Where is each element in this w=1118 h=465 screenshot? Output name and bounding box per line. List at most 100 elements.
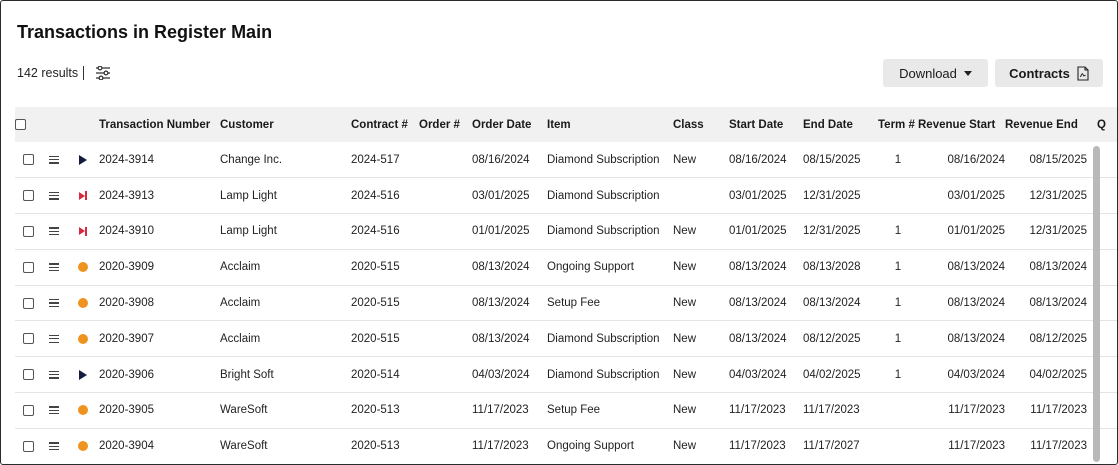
transaction-number-link[interactable]: 2020-3907 [99, 320, 220, 358]
customer-link[interactable]: Bright Soft [220, 356, 351, 394]
col-end-date[interactable]: End Date [803, 107, 878, 142]
filter-button[interactable] [93, 63, 113, 83]
item-link[interactable]: Setup Fee [547, 285, 673, 322]
select-all-checkbox[interactable] [15, 118, 26, 130]
pending-dot-icon [78, 262, 88, 273]
table-row[interactable]: 2020-3907 Acclaim 2020-515 08/13/2024 Diamon… [15, 320, 1117, 358]
row-checkbox[interactable] [22, 369, 34, 381]
row-menu-cell [41, 142, 67, 179]
order-date: 08/13/2024 [472, 249, 547, 286]
col-transaction-number[interactable]: Transaction Number [99, 107, 220, 142]
contract-link[interactable]: 2020-515 [351, 249, 419, 286]
hamburger-menu-icon[interactable] [49, 370, 59, 379]
item-link[interactable]: Ongoing Support [547, 249, 673, 286]
end-date: 08/15/2025 [803, 142, 878, 179]
contract-link[interactable]: 2024-517 [351, 142, 419, 179]
class-value: New [673, 428, 729, 464]
hamburger-menu-icon[interactable] [49, 155, 59, 164]
contracts-button[interactable]: Contracts [995, 59, 1103, 87]
transaction-number-link[interactable]: 2020-3908 [99, 285, 220, 322]
item-link[interactable]: Diamond Subscription [547, 213, 673, 250]
col-order[interactable]: Order # [419, 107, 472, 142]
revenue-end: 12/31/2025 [1005, 213, 1087, 250]
customer-link[interactable]: Lamp Light [220, 177, 351, 215]
hamburger-menu-icon[interactable] [49, 334, 59, 343]
contract-link[interactable]: 2020-514 [351, 356, 419, 394]
col-term[interactable]: Term # [878, 107, 918, 142]
col-order-date[interactable]: Order Date [472, 107, 547, 142]
transaction-number-link[interactable]: 2024-3914 [99, 142, 220, 179]
row-checkbox[interactable] [22, 154, 34, 166]
hamburger-menu-icon[interactable] [49, 263, 59, 272]
hamburger-menu-icon[interactable] [49, 406, 59, 415]
hamburger-menu-icon[interactable] [49, 442, 59, 451]
contract-link[interactable]: 2020-515 [351, 285, 419, 322]
transaction-number-link[interactable]: 2020-3905 [99, 392, 220, 429]
row-checkbox[interactable] [22, 333, 34, 345]
transaction-number-link[interactable]: 2024-3913 [99, 177, 220, 215]
table-row[interactable]: 2024-3913 Lamp Light 2024-516 03/01/2025 Dia… [15, 177, 1117, 215]
download-label: Download [899, 65, 957, 81]
item-link[interactable]: Diamond Subscription [547, 356, 673, 394]
start-date: 04/03/2024 [729, 356, 803, 394]
item-link[interactable]: Diamond Subscription [547, 177, 673, 215]
transaction-number-link[interactable]: 2020-3906 [99, 356, 220, 394]
row-status-cell [67, 213, 99, 250]
transaction-number-link[interactable]: 2024-3910 [99, 213, 220, 250]
vertical-scrollbar[interactable] [1089, 142, 1103, 462]
customer-link[interactable]: Lamp Light [220, 213, 351, 250]
item-link[interactable]: Ongoing Support [547, 428, 673, 464]
table-row[interactable]: 2020-3904 WareSoft 2020-513 11/17/2023 Ongoi… [15, 428, 1117, 464]
transaction-number-link[interactable]: 2020-3904 [99, 428, 220, 464]
contract-link[interactable]: 2020-513 [351, 392, 419, 429]
item-link[interactable]: Diamond Subscription [547, 320, 673, 358]
contract-link[interactable]: 2020-513 [351, 428, 419, 464]
col-start-date[interactable]: Start Date [729, 107, 803, 142]
row-select-cell [15, 285, 41, 322]
col-customer[interactable]: Customer [220, 107, 351, 142]
col-revenue-start[interactable]: Revenue Start [918, 107, 1005, 142]
hamburger-menu-icon[interactable] [49, 227, 59, 236]
table-row[interactable]: 2024-3910 Lamp Light 2024-516 01/01/2025 Dia… [15, 213, 1117, 250]
row-checkbox[interactable] [22, 440, 34, 452]
scrollbar-thumb[interactable] [1093, 146, 1100, 462]
revenue-start: 01/01/2025 [918, 213, 1005, 250]
row-checkbox[interactable] [22, 297, 34, 309]
col-q[interactable]: Q [1087, 107, 1117, 142]
customer-link[interactable]: WareSoft [220, 392, 351, 429]
contract-link[interactable]: 2020-515 [351, 320, 419, 358]
transaction-number-link[interactable]: 2020-3909 [99, 249, 220, 286]
customer-link[interactable]: WareSoft [220, 428, 351, 464]
table-row[interactable]: 2020-3908 Acclaim 2020-515 08/13/2024 Setup … [15, 285, 1117, 322]
col-contract[interactable]: Contract # [351, 107, 419, 142]
col-item[interactable]: Item [547, 107, 673, 142]
table-row[interactable]: 2020-3905 WareSoft 2020-513 11/17/2023 Setup… [15, 392, 1117, 429]
header-status-cell [67, 107, 99, 142]
customer-link[interactable]: Acclaim [220, 320, 351, 358]
row-menu-cell [41, 213, 67, 250]
end-date: 08/13/2028 [803, 249, 878, 286]
table-row[interactable]: 2020-3909 Acclaim 2020-515 08/13/2024 Ongoin… [15, 249, 1117, 286]
col-revenue-end[interactable]: Revenue End [1005, 107, 1087, 142]
contract-link[interactable]: 2024-516 [351, 177, 419, 215]
table-row[interactable]: 2024-3914 Change Inc. 2024-517 08/16/2024 Di… [15, 142, 1117, 179]
contract-link[interactable]: 2024-516 [351, 213, 419, 250]
hamburger-menu-icon[interactable] [49, 191, 59, 200]
sliders-icon [96, 66, 110, 80]
customer-link[interactable]: Acclaim [220, 285, 351, 322]
document-icon [1077, 65, 1089, 81]
table-row[interactable]: 2020-3906 Bright Soft 2020-514 04/03/2024 Di… [15, 356, 1117, 394]
item-link[interactable]: Setup Fee [547, 392, 673, 429]
item-link[interactable]: Diamond Subscription [547, 142, 673, 179]
col-class[interactable]: Class [673, 107, 729, 142]
hamburger-menu-icon[interactable] [49, 299, 59, 308]
row-checkbox[interactable] [22, 225, 34, 237]
row-checkbox[interactable] [22, 190, 34, 202]
download-button[interactable]: Download [883, 59, 988, 87]
row-checkbox[interactable] [22, 404, 34, 416]
order-number [419, 320, 472, 358]
table-body: 2024-3914 Change Inc. 2024-517 08/16/2024 Di… [15, 142, 1117, 464]
row-checkbox[interactable] [22, 261, 34, 273]
customer-link[interactable]: Change Inc. [220, 142, 351, 179]
customer-link[interactable]: Acclaim [220, 249, 351, 286]
